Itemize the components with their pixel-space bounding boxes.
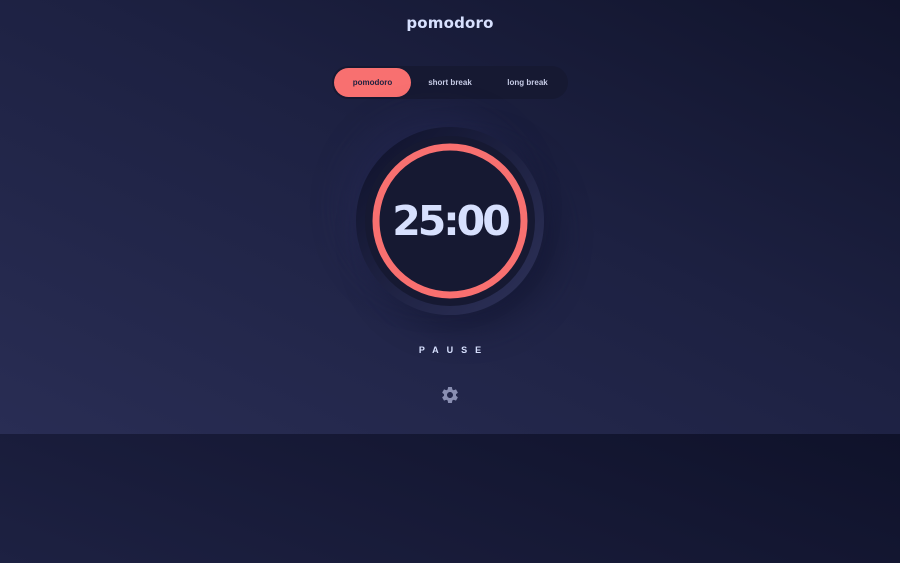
mode-tabs: pomodoro short break long break (332, 66, 568, 99)
timer-display: 25:00 (392, 197, 511, 245)
gear-icon (442, 387, 458, 403)
lower-background (0, 434, 900, 563)
pause-button[interactable]: PAUSE (0, 345, 900, 355)
tab-long-break[interactable]: long break (489, 68, 566, 97)
settings-button[interactable] (440, 385, 460, 405)
tab-short-break[interactable]: short break (411, 68, 489, 97)
tab-pomodoro[interactable]: pomodoro (334, 68, 411, 97)
app-title: pomodoro (406, 14, 494, 32)
timer-dial[interactable]: 25:00 (356, 127, 544, 315)
